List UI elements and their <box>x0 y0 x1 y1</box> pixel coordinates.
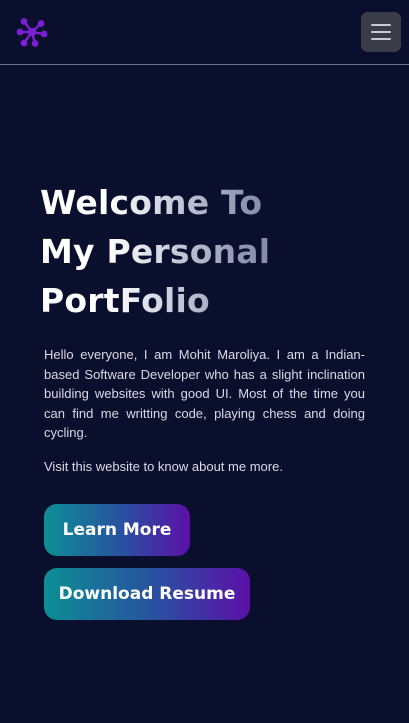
hero-title-line-2: My Personal <box>40 227 370 276</box>
navbar <box>0 0 409 65</box>
hero-title: Welcome To My Personal PortFolio <box>40 178 370 325</box>
download-resume-button[interactable]: Download Resume <box>44 568 250 620</box>
hero-description: Hello everyone, I am Mohit Maroliya. I a… <box>44 347 365 440</box>
hero-title-line-3: PortFolio <box>40 276 370 325</box>
hamburger-menu-icon <box>371 24 391 26</box>
page: Welcome To My Personal PortFolio Hello e… <box>0 0 409 723</box>
hero-visit-text: Visit this website to know about me more… <box>44 459 283 474</box>
learn-more-button[interactable]: Learn More <box>44 504 190 556</box>
hamburger-menu-icon-bar <box>371 31 391 33</box>
hamburger-menu-icon-bar <box>371 38 391 40</box>
menu-toggle-button[interactable] <box>361 12 401 52</box>
logo-icon[interactable] <box>16 17 48 47</box>
hero-title-line-1: Welcome To <box>40 178 370 227</box>
